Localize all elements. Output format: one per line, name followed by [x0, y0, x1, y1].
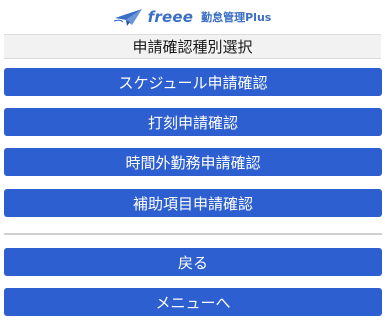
app-header: freee 勤怠管理Plus [0, 0, 385, 34]
punch-request-confirm-button[interactable]: 打刻申請確認 [4, 108, 382, 136]
page-title: 申請確認種別選択 [4, 34, 381, 59]
divider [4, 233, 382, 235]
overtime-request-confirm-button[interactable]: 時間外勤務申請確認 [4, 148, 382, 176]
paper-plane-icon [113, 7, 144, 27]
logo-brand-text: freee [147, 8, 194, 26]
logo-product-text: 勤怠管理Plus [201, 11, 272, 24]
app-logo: freee 勤怠管理Plus [113, 7, 272, 27]
schedule-request-confirm-button[interactable]: スケジュール申請確認 [4, 68, 382, 96]
to-menu-button[interactable]: メニューへ [4, 288, 382, 316]
supplementary-item-request-confirm-button[interactable]: 補助項目申請確認 [4, 189, 382, 217]
back-button[interactable]: 戻る [4, 248, 382, 276]
